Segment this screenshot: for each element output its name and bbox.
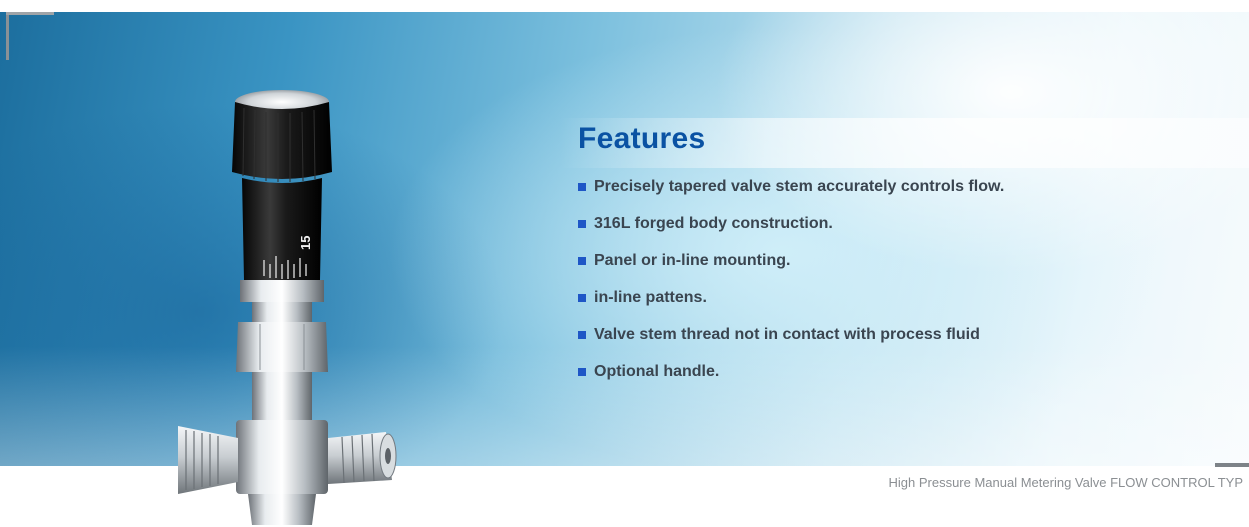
feature-text: Panel or in-line mounting.: [594, 252, 791, 269]
bullet-icon: [578, 182, 586, 191]
feature-item: Precisely tapered valve stem accurately …: [578, 168, 1004, 205]
corner-accent-right: [1215, 463, 1249, 467]
feature-text: in-line pattens.: [594, 289, 707, 306]
product-caption: High Pressure Manual Metering Valve FLOW…: [888, 475, 1244, 490]
feature-text: Valve stem thread not in contact with pr…: [594, 326, 980, 343]
feature-item: Panel or in-line mounting.: [578, 242, 1004, 279]
bullet-icon: [578, 330, 586, 339]
feature-item: Optional handle.: [578, 353, 1004, 390]
bullet-icon: [578, 256, 586, 265]
feature-text: Optional handle.: [594, 363, 720, 380]
corner-accent-left: [6, 15, 9, 60]
corner-accent-top: [6, 12, 54, 15]
feature-text: Precisely tapered valve stem accurately …: [594, 178, 1005, 195]
features-title: Features: [578, 122, 706, 155]
knob-scale-label: 15: [298, 236, 313, 250]
bullet-icon: [578, 219, 586, 228]
metering-valve-image: 15: [178, 90, 397, 525]
feature-item: Valve stem thread not in contact with pr…: [578, 316, 1004, 353]
feature-item: 316L forged body construction.: [578, 205, 1004, 242]
bullet-icon: [578, 367, 586, 376]
feature-item: in-line pattens.: [578, 279, 1004, 316]
feature-text: 316L forged body construction.: [594, 215, 833, 232]
feature-list: Precisely tapered valve stem accurately …: [578, 168, 1004, 390]
bullet-icon: [578, 293, 586, 302]
